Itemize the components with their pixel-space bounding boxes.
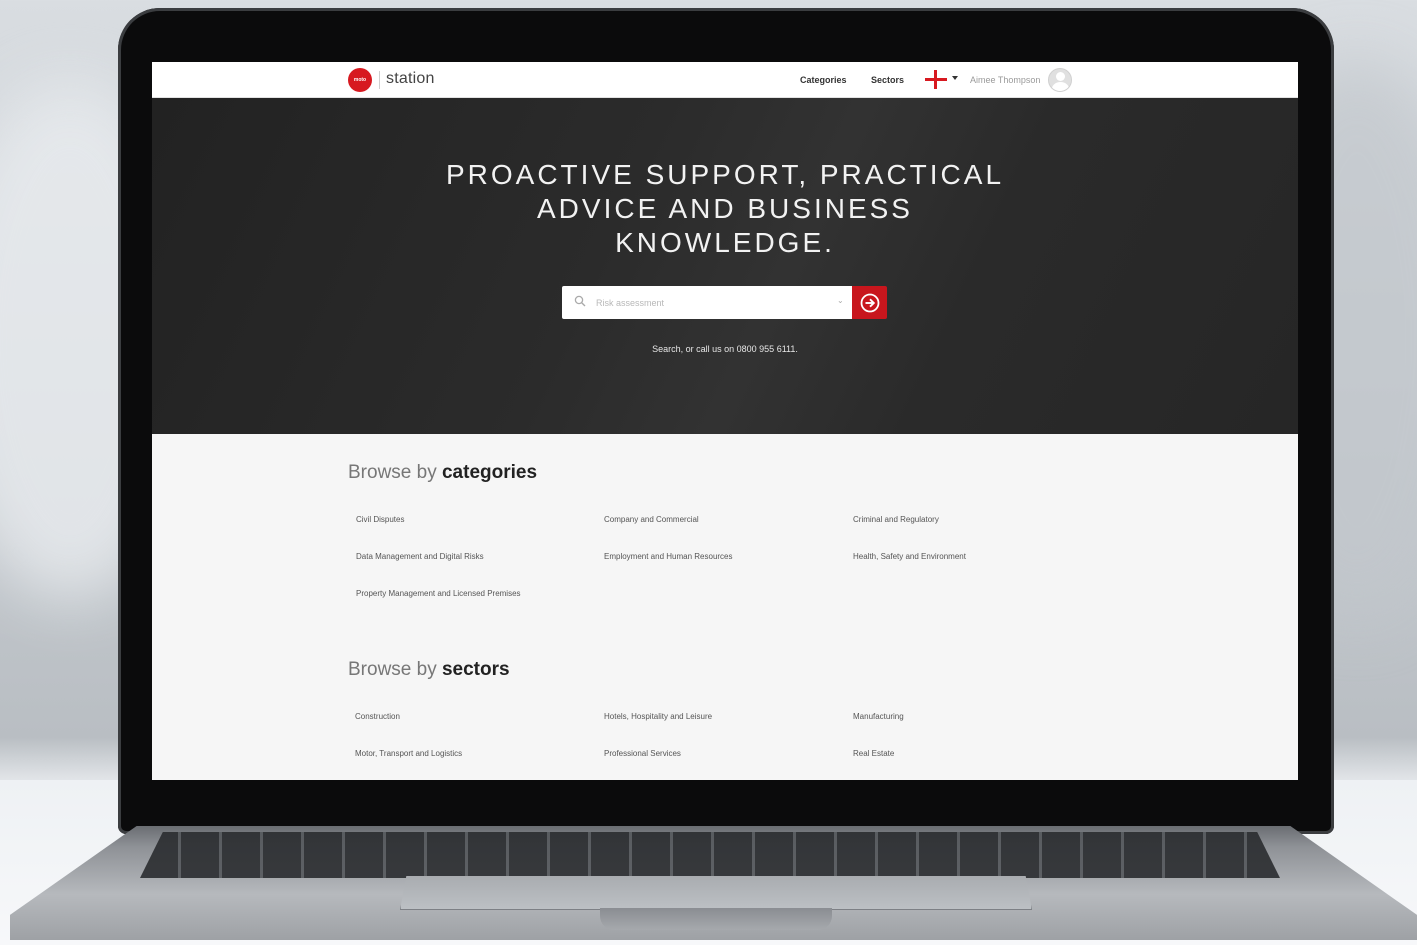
logo-badge-text: moto xyxy=(353,77,367,83)
avatar-head xyxy=(1056,72,1065,81)
avatar-body xyxy=(1052,82,1069,91)
sector-link[interactable]: Construction xyxy=(355,712,400,721)
hero-title-line-1: PROACTIVE SUPPORT, PRACTICAL xyxy=(445,159,1005,190)
category-link[interactable]: Health, Safety and Environment xyxy=(853,552,966,561)
laptop-trackpad xyxy=(400,876,1032,910)
logo-divider xyxy=(379,71,380,89)
top-navbar: moto station Categories Sectors Aimee Th… xyxy=(152,62,1298,98)
category-link[interactable]: Criminal and Regulatory xyxy=(853,515,939,524)
search-icon xyxy=(574,295,586,307)
browse-sectors-heading-bold: sectors xyxy=(441,659,510,680)
sector-link[interactable]: Motor, Transport and Logistics xyxy=(355,749,462,758)
user-name[interactable]: Aimee Thompson xyxy=(970,75,1040,85)
hero-banner: PROACTIVE SUPPORT, PRACTICAL ADVICE AND … xyxy=(152,98,1298,434)
category-link[interactable]: Company and Commercial xyxy=(604,515,699,524)
hero-title-line-3: KNOWLEDGE. xyxy=(615,227,835,258)
browse-sectors-heading: Browse by sectors xyxy=(348,659,510,681)
logo-text[interactable]: station xyxy=(386,70,435,88)
user-avatar-icon[interactable] xyxy=(1048,68,1072,92)
sector-link[interactable]: Hotels, Hospitality and Leisure xyxy=(604,712,712,721)
arrow-right-circle-icon xyxy=(860,293,879,312)
search-box: ⌄ xyxy=(562,286,852,319)
hero-title: PROACTIVE SUPPORT, PRACTICAL ADVICE AND … xyxy=(425,158,1025,260)
category-link[interactable]: Civil Disputes xyxy=(356,515,404,524)
browse-sectors-heading-prefix: Browse by xyxy=(348,659,442,680)
logo-icon[interactable]: moto xyxy=(348,68,372,92)
england-flag-icon[interactable] xyxy=(925,70,947,89)
laptop-screen: moto station Categories Sectors Aimee Th… xyxy=(152,62,1298,780)
browse-categories-heading-bold: categories xyxy=(441,462,538,483)
category-link[interactable]: Employment and Human Resources xyxy=(604,552,733,561)
flag-cross-vertical xyxy=(934,70,937,89)
nav-link-sectors[interactable]: Sectors xyxy=(871,75,904,85)
search-submit-button[interactable] xyxy=(852,286,887,319)
search-input[interactable] xyxy=(596,286,830,319)
sector-link[interactable]: Manufacturing xyxy=(853,712,904,721)
browse-categories-heading: Browse by categories xyxy=(348,462,537,484)
search-help-text: Search, or call us on 0800 955 6111. xyxy=(652,344,798,354)
category-link[interactable]: Property Management and Licensed Premise… xyxy=(356,589,521,598)
laptop-keyboard xyxy=(140,832,1280,878)
sector-link[interactable]: Real Estate xyxy=(853,749,894,758)
chevron-down-icon[interactable] xyxy=(952,76,958,80)
sector-link[interactable]: Professional Services xyxy=(604,749,681,758)
category-link[interactable]: Data Management and Digital Risks xyxy=(356,552,484,561)
browse-categories-heading-prefix: Browse by xyxy=(348,462,442,483)
nav-link-categories[interactable]: Categories xyxy=(800,75,847,85)
chevron-down-icon[interactable]: ⌄ xyxy=(837,296,844,305)
hero-title-line-2: ADVICE AND BUSINESS xyxy=(537,193,913,224)
laptop-notch xyxy=(600,908,832,930)
